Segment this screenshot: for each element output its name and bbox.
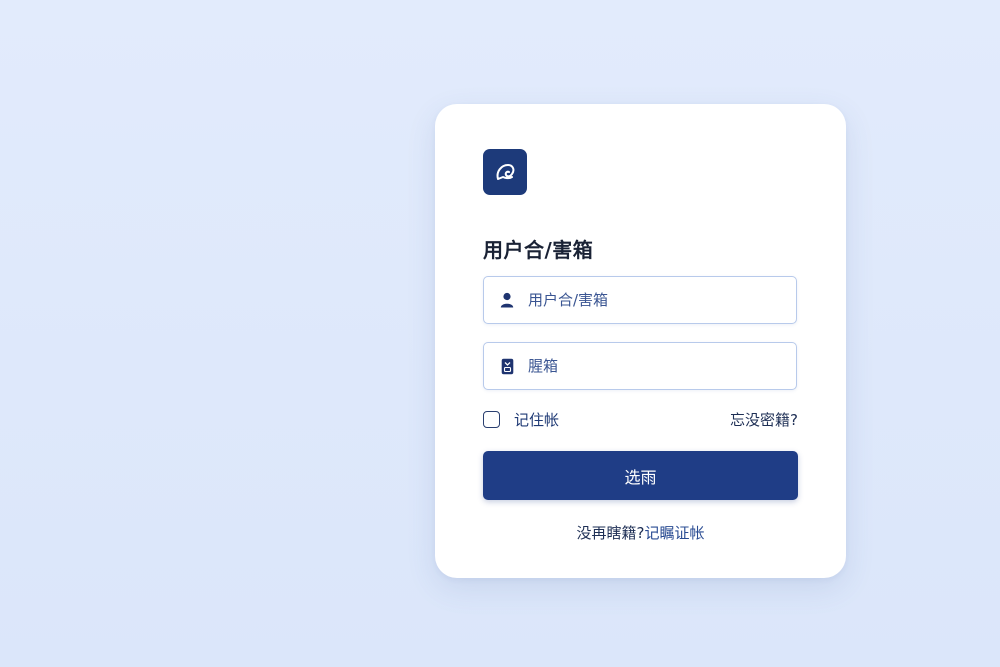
app-logo-icon bbox=[483, 149, 527, 195]
remember-me[interactable]: 记住帐 bbox=[483, 409, 559, 430]
login-card: 用户合/害箱 记住帐 忘没密籍? bbox=[435, 104, 846, 578]
login-button[interactable]: 选雨 bbox=[483, 451, 798, 500]
forgot-password-link[interactable]: 忘没密籍? bbox=[730, 409, 798, 430]
password-input[interactable] bbox=[526, 356, 790, 376]
remember-checkbox[interactable] bbox=[483, 411, 500, 428]
signup-link[interactable]: 记瞩证帐 bbox=[644, 524, 704, 542]
signup-prompt-text: 没再瞎籍? bbox=[576, 524, 645, 542]
password-field[interactable] bbox=[483, 342, 797, 390]
username-input[interactable] bbox=[526, 290, 790, 310]
username-field[interactable] bbox=[483, 276, 797, 324]
remember-label: 记住帐 bbox=[514, 411, 560, 429]
login-page: 用户合/害箱 记住帐 忘没密籍? bbox=[0, 0, 1000, 667]
lock-icon bbox=[498, 357, 516, 375]
signup-prompt: 没再瞎籍?记瞩证帐 bbox=[435, 522, 846, 543]
user-icon bbox=[498, 291, 516, 309]
form-title: 用户合/害箱 bbox=[483, 238, 594, 262]
